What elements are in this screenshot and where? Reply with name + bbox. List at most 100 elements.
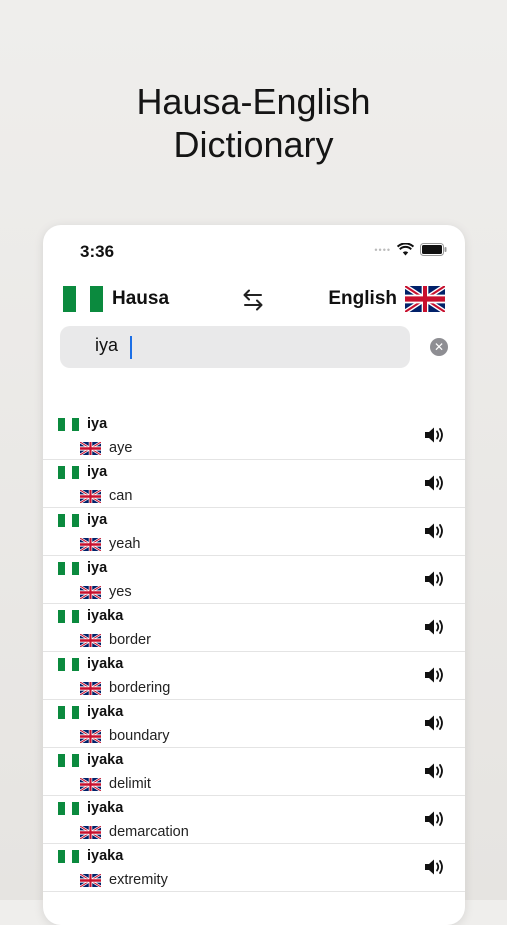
english-entry: bordering xyxy=(80,680,170,696)
hausa-entry: iyaka xyxy=(58,800,123,816)
hausa-entry: iyaka xyxy=(58,608,123,624)
promo-headline: Hausa-English Dictionary xyxy=(0,80,507,166)
uk-flag-icon xyxy=(80,633,101,647)
language-bar: Hausa English xyxy=(43,283,465,317)
speaker-icon[interactable] xyxy=(424,810,446,828)
hausa-word: iya xyxy=(87,560,108,576)
nigeria-flag-icon xyxy=(58,657,79,671)
hausa-entry: iya xyxy=(58,560,107,576)
uk-flag-icon xyxy=(80,873,101,887)
results-list: iya aye iya can iya yeah iya yes iyaka border iyak… xyxy=(43,412,465,892)
nigeria-flag-icon xyxy=(63,286,103,312)
english-entry: boundary xyxy=(80,728,169,744)
hausa-word: iyaka xyxy=(87,656,124,672)
english-entry: can xyxy=(80,488,132,504)
nigeria-flag-icon xyxy=(58,609,79,623)
speaker-icon[interactable] xyxy=(424,714,446,732)
nigeria-flag-icon xyxy=(58,465,79,479)
uk-flag-icon xyxy=(80,681,101,695)
battery-icon xyxy=(420,243,447,256)
status-bar: 3:36 •••• xyxy=(43,225,465,275)
english-word: border xyxy=(109,632,151,648)
english-entry: delimit xyxy=(80,776,151,792)
headline-line-2: Dictionary xyxy=(173,124,334,165)
nigeria-flag-icon xyxy=(58,417,79,431)
search-row: ✕ xyxy=(60,326,448,368)
speaker-icon[interactable] xyxy=(424,426,446,444)
result-row[interactable]: iyaka bordering xyxy=(43,652,465,700)
signal-icon: •••• xyxy=(374,244,391,255)
headline-line-1: Hausa-English xyxy=(136,81,371,122)
hausa-entry: iyaka xyxy=(58,752,123,768)
uk-flag-icon xyxy=(80,825,101,839)
speaker-icon[interactable] xyxy=(424,666,446,684)
hausa-word: iyaka xyxy=(87,704,124,720)
english-entry: aye xyxy=(80,440,132,456)
clear-icon[interactable]: ✕ xyxy=(430,338,448,356)
english-entry: yeah xyxy=(80,536,140,552)
uk-flag-icon xyxy=(80,777,101,791)
text-caret xyxy=(130,336,132,359)
english-word: yeah xyxy=(109,536,141,552)
english-word: can xyxy=(109,488,133,504)
search-input[interactable] xyxy=(95,335,375,356)
target-language-button[interactable]: English xyxy=(328,286,445,312)
hausa-word: iya xyxy=(87,464,108,480)
hausa-entry: iya xyxy=(58,416,107,432)
uk-flag-icon xyxy=(80,537,101,551)
speaker-icon[interactable] xyxy=(424,522,446,540)
hausa-word: iyaka xyxy=(87,848,124,864)
result-row[interactable]: iyaka demarcation xyxy=(43,796,465,844)
nigeria-flag-icon xyxy=(58,705,79,719)
speaker-icon[interactable] xyxy=(424,762,446,780)
result-row[interactable]: iya yeah xyxy=(43,508,465,556)
search-field[interactable] xyxy=(60,326,410,368)
english-entry: border xyxy=(80,632,151,648)
nigeria-flag-icon xyxy=(58,849,79,863)
result-row[interactable]: iya yes xyxy=(43,556,465,604)
hausa-entry: iyaka xyxy=(58,704,123,720)
nigeria-flag-icon xyxy=(58,753,79,767)
nigeria-flag-icon xyxy=(58,801,79,815)
source-language-label: Hausa xyxy=(112,288,170,309)
nigeria-flag-icon xyxy=(58,561,79,575)
english-word: boundary xyxy=(109,728,170,744)
result-row[interactable]: iya can xyxy=(43,460,465,508)
hausa-entry: iya xyxy=(58,464,107,480)
english-word: extremity xyxy=(109,872,168,888)
target-language-label: English xyxy=(328,288,397,309)
speaker-icon[interactable] xyxy=(424,618,446,636)
phone-screen: 3:36 •••• Hausa English iya ✕ iya aye iy… xyxy=(43,225,465,925)
english-word: demarcation xyxy=(109,824,189,840)
english-word: yes xyxy=(109,584,132,600)
english-word: bordering xyxy=(109,680,171,696)
hausa-word: iyaka xyxy=(87,800,124,816)
english-word: delimit xyxy=(109,776,151,792)
speaker-icon[interactable] xyxy=(424,570,446,588)
english-entry: demarcation xyxy=(80,824,189,840)
speaker-icon[interactable] xyxy=(424,858,446,876)
hausa-entry: iyaka xyxy=(58,656,123,672)
result-row[interactable]: iya aye xyxy=(43,412,465,460)
result-row[interactable]: iyaka border xyxy=(43,604,465,652)
hausa-word: iya xyxy=(87,512,108,528)
result-row[interactable]: iyaka boundary xyxy=(43,700,465,748)
english-entry: yes xyxy=(80,584,132,600)
hausa-word: iyaka xyxy=(87,608,124,624)
result-row[interactable]: iyaka extremity xyxy=(43,844,465,892)
source-language-button[interactable]: Hausa xyxy=(63,286,169,312)
nigeria-flag-icon xyxy=(58,513,79,527)
uk-flag-icon xyxy=(405,286,445,312)
speaker-icon[interactable] xyxy=(424,474,446,492)
hausa-entry: iya xyxy=(58,512,107,528)
uk-flag-icon xyxy=(80,489,101,503)
status-icons: •••• xyxy=(374,243,447,256)
hausa-word: iya xyxy=(87,416,108,432)
uk-flag-icon xyxy=(80,585,101,599)
result-row[interactable]: iyaka delimit xyxy=(43,748,465,796)
swap-arrows-icon[interactable] xyxy=(240,288,266,312)
english-entry: extremity xyxy=(80,872,168,888)
hausa-entry: iyaka xyxy=(58,848,123,864)
uk-flag-icon xyxy=(80,441,101,455)
wifi-icon xyxy=(397,243,414,256)
